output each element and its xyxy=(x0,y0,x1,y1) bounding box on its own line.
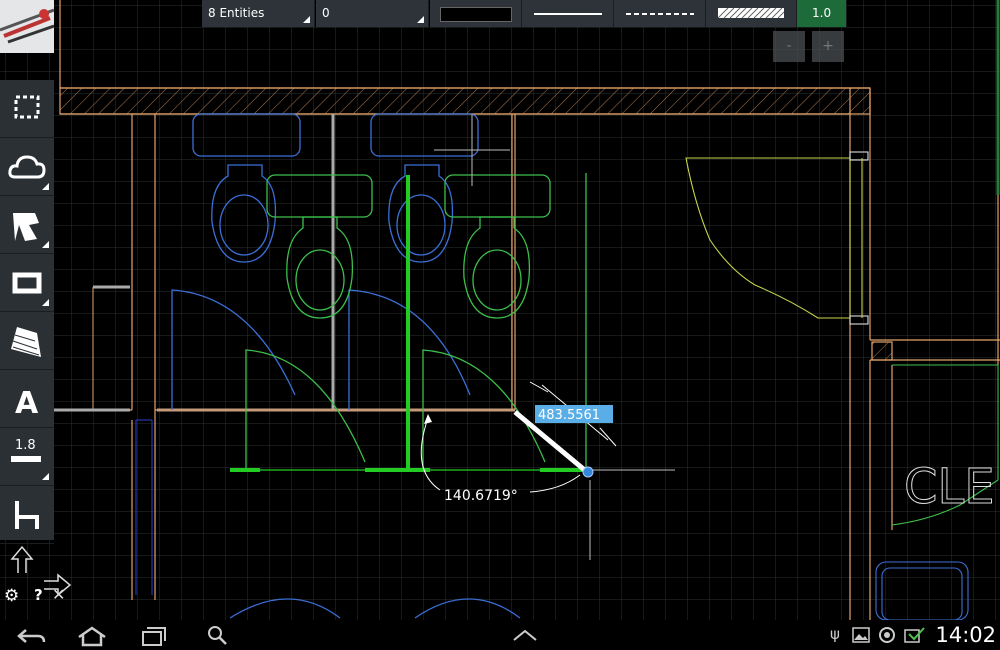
text-icon: A xyxy=(15,386,39,419)
dimension-icon xyxy=(15,501,39,529)
close-button[interactable]: ✕ xyxy=(52,585,65,604)
help-button[interactable]: ? xyxy=(34,586,43,604)
hatch-icon xyxy=(11,327,41,357)
recent-apps-icon[interactable] xyxy=(138,625,170,647)
lineweight-pattern-icon xyxy=(718,8,784,18)
layer-selector[interactable]: 0 xyxy=(316,0,429,27)
dimension-tool-button[interactable] xyxy=(0,486,54,544)
dimension-length-text[interactable]: 483.5561 xyxy=(538,408,600,423)
back-icon[interactable] xyxy=(16,626,48,646)
entities-label: 8 Entities xyxy=(208,6,265,20)
line-weight-icon: 1.8 xyxy=(11,438,41,462)
select-tool-button[interactable] xyxy=(0,80,54,138)
dropdown-caret-icon xyxy=(417,16,424,23)
linetype-continuous[interactable] xyxy=(522,0,614,27)
zoom-in-button[interactable]: + xyxy=(812,31,844,62)
dimension-angle-text[interactable]: 140.6719° xyxy=(444,488,518,504)
submenu-indicator-icon xyxy=(42,299,49,306)
cloud-icon xyxy=(8,155,46,179)
svg-text:A: A xyxy=(15,386,39,419)
cloud-tool-button[interactable] xyxy=(0,138,54,196)
select-rectangle-icon xyxy=(14,95,40,119)
lineweight-selector[interactable] xyxy=(706,0,797,27)
drawing-canvas[interactable]: 483.5561 140.6719° CLE xyxy=(0,0,1000,620)
polyline-tool-button[interactable] xyxy=(0,196,54,254)
hatch-tool-button[interactable] xyxy=(0,312,54,370)
pen-drawing-icon xyxy=(0,0,54,53)
dashed-line-icon xyxy=(626,13,694,15)
color-swatch xyxy=(440,7,512,22)
settings-button[interactable]: ⚙ xyxy=(4,586,24,606)
gear-icon: ⚙ xyxy=(4,586,20,606)
line-weight-value: 1.8 xyxy=(15,438,36,453)
continuous-line-icon xyxy=(534,13,602,15)
entities-selector[interactable]: 8 Entities xyxy=(202,0,315,27)
line-weight-tool-button[interactable]: 1.8 xyxy=(0,428,54,486)
task-check-icon xyxy=(904,627,925,643)
color-selector[interactable] xyxy=(430,0,522,27)
status-clock: 14:02 xyxy=(935,623,996,647)
rectangle-icon xyxy=(12,272,42,294)
polyline-icon xyxy=(13,213,39,241)
text-tool-button[interactable]: A xyxy=(0,370,54,428)
rectangle-tool-button[interactable] xyxy=(0,254,54,312)
layer-label: 0 xyxy=(322,6,330,20)
scale-value: 1.0 xyxy=(812,6,832,20)
submenu-indicator-icon xyxy=(42,473,49,480)
submenu-indicator-icon xyxy=(42,241,49,248)
search-icon[interactable] xyxy=(206,624,230,646)
sync-icon xyxy=(879,627,895,643)
image-icon xyxy=(852,627,870,643)
dropdown-caret-icon xyxy=(303,16,310,23)
chevron-up-icon[interactable] xyxy=(512,628,538,642)
system-navigation-bar: ψ 14:02 xyxy=(0,620,1000,650)
usb-icon: ψ xyxy=(830,625,840,643)
app-thumbnail[interactable] xyxy=(0,0,54,53)
submenu-indicator-icon xyxy=(42,183,49,190)
zoom-out-button[interactable]: - xyxy=(773,31,805,62)
linetype-dashed[interactable] xyxy=(614,0,706,27)
room-label-text: CLE xyxy=(904,459,995,515)
home-icon[interactable] xyxy=(76,625,108,647)
scale-field[interactable]: 1.0 xyxy=(797,0,847,27)
left-toolbar: A 1.8 xyxy=(0,80,54,544)
close-icon: ✕ xyxy=(52,585,66,604)
